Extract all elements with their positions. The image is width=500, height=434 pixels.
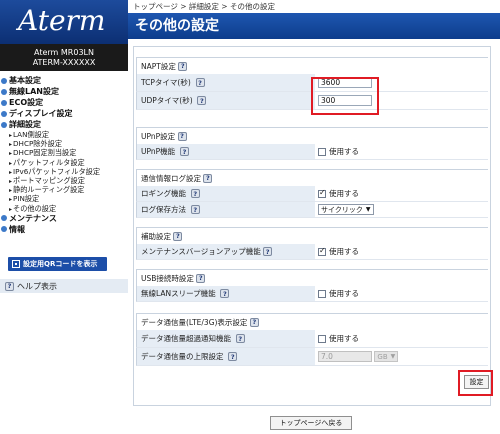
page-title: その他の設定 — [128, 13, 500, 39]
help-icon[interactable]: ? — [178, 61, 188, 71]
chevron-down-icon: ▼ — [365, 206, 371, 213]
arrow-icon: ▸ — [9, 132, 13, 139]
arrow-icon: ▸ — [9, 187, 13, 195]
aterm-logo: Aterm — [18, 4, 106, 37]
chevron-down-icon: ▼ — [390, 353, 396, 360]
row-limit: データ通信量の上限設定 ? 7.0 GB ▼ — [136, 348, 488, 366]
nav-menu: 基本設定 無線LAN設定 ECO設定 ディスプレイ設定 詳細設定 ▸LAN側設定… — [0, 75, 128, 235]
section-log: 通信情報ログ設定 ? ロギング機能 ? 使用する ログ保存方法 ? サイクリック… — [136, 169, 488, 218]
row-notify: データ通信量超過通知機能 ? 使用する — [136, 330, 488, 348]
arrow-icon: ▸ — [9, 168, 13, 176]
bullet-icon — [1, 77, 7, 84]
logo-box: Aterm — [0, 0, 128, 44]
sleep-checkbox[interactable] — [318, 289, 326, 298]
arrow-icon: ▸ — [9, 205, 13, 213]
sub-port-mapping[interactable]: ▸ポートマッピング設定 — [0, 176, 128, 185]
nav-info[interactable]: 情報 — [0, 224, 128, 235]
section-upnp: UPnP設定 ? UPnP機能 ? 使用する — [136, 127, 488, 160]
row-sleep: 無線LANスリープ機能 ? 使用する — [136, 286, 488, 302]
arrow-icon: ▸ — [9, 159, 13, 167]
help-icon[interactable]: ? — [228, 352, 238, 361]
nav-eco[interactable]: ECO設定 — [0, 97, 128, 108]
help-icon: ? — [5, 281, 14, 291]
row-logging: ロギング機能 ? 使用する — [136, 186, 488, 202]
help-icon[interactable]: ? — [196, 273, 206, 283]
model-name: Aterm MR03LN — [34, 48, 94, 57]
help-icon[interactable]: ? — [173, 231, 183, 241]
device-name: ATERM-XXXXXX — [32, 58, 96, 67]
sub-lan[interactable]: ▸LAN側設定 — [0, 130, 128, 139]
arrow-icon: ▸ — [9, 196, 13, 204]
limit-unit-select[interactable]: GB ▼ — [374, 351, 399, 362]
nav-advanced[interactable]: 詳細設定 — [0, 119, 128, 130]
bullet-icon — [1, 99, 7, 106]
section-usb: USB接続時設定 ? 無線LANスリープ機能 ? 使用する — [136, 269, 488, 302]
help-icon[interactable]: ? — [263, 247, 273, 256]
help-link[interactable]: ? ヘルプ表示 — [0, 279, 128, 293]
sub-packet-filter[interactable]: ▸パケットフィルタ設定 — [0, 158, 128, 167]
sub-dhcp-exclude[interactable]: ▸DHCP除外設定 — [0, 139, 128, 148]
nav-display[interactable]: ディスプレイ設定 — [0, 108, 128, 119]
help-icon[interactable]: ? — [203, 173, 213, 183]
bullet-icon — [1, 226, 7, 233]
row-log-save: ログ保存方法 ? サイクリック ▼ — [136, 202, 488, 218]
bullet-icon — [1, 121, 7, 128]
notify-checkbox[interactable] — [318, 334, 326, 343]
arrow-icon: ▸ — [9, 141, 13, 149]
help-icon[interactable]: ? — [235, 334, 245, 343]
nav-maintenance[interactable]: メンテナンス — [0, 213, 128, 224]
help-icon[interactable]: ? — [177, 131, 187, 141]
row-maint: メンテナンスバージョンアップ機能 ? 使用する — [136, 244, 488, 260]
nav-wireless-lan[interactable]: 無線LAN設定 — [0, 86, 128, 97]
arrow-icon: ▸ — [9, 150, 13, 158]
help-icon[interactable]: ? — [197, 96, 207, 105]
qr-code-button[interactable]: 設定用QRコードを表示 — [8, 257, 107, 271]
sidebar: Aterm Aterm MR03LN ATERM-XXXXXX 基本設定 無線L… — [0, 0, 128, 434]
help-icon[interactable]: ? — [195, 78, 205, 87]
help-icon[interactable]: ? — [190, 205, 200, 214]
apply-button[interactable]: 設定 — [464, 375, 489, 389]
qr-code-icon — [12, 260, 20, 268]
back-to-top-button[interactable]: トップページへ戻る — [270, 416, 352, 430]
help-icon[interactable]: ? — [220, 289, 230, 298]
logging-checkbox[interactable] — [318, 188, 326, 198]
limit-input[interactable]: 7.0 — [318, 351, 372, 362]
bullet-icon — [1, 110, 7, 117]
upnp-checkbox[interactable] — [318, 147, 326, 156]
bullet-icon — [1, 88, 7, 95]
highlight-box-timers — [311, 77, 379, 115]
model-info: Aterm MR03LN ATERM-XXXXXX — [0, 44, 128, 71]
sub-pin[interactable]: ▸PIN設定 — [0, 194, 128, 203]
help-icon[interactable]: ? — [249, 317, 259, 327]
settings-form: NAPT設定 ? TCPタイマ(秒) ? 3600 UDPタイマ(秒) ? 30… — [133, 46, 493, 406]
help-icon[interactable]: ? — [179, 147, 189, 156]
arrow-icon: ▸ — [9, 177, 13, 185]
row-upnp: UPnP機能 ? 使用する — [136, 144, 488, 160]
section-assist: 補助設定 ? メンテナンスバージョンアップ機能 ? 使用する — [136, 227, 488, 260]
maint-checkbox[interactable] — [318, 246, 326, 256]
sub-static-routing[interactable]: ▸静的ルーティング設定 — [0, 185, 128, 194]
breadcrumb: トップページ > 詳細設定 > その他の設定 — [133, 2, 275, 11]
section-title: NAPT設定 ? — [136, 57, 488, 74]
sub-ipv6-filter[interactable]: ▸IPv6パケットフィルタ設定 — [0, 167, 128, 176]
help-icon[interactable]: ? — [190, 189, 200, 198]
section-data-usage: データ通信量(LTE/3G)表示設定 ? データ通信量超過通知機能 ? 使用する… — [136, 313, 488, 366]
sub-other-settings[interactable]: ▸その他の設定 — [0, 204, 128, 213]
log-save-select[interactable]: サイクリック ▼ — [318, 204, 374, 215]
nav-basic-settings[interactable]: 基本設定 — [0, 75, 128, 86]
bullet-icon — [1, 215, 7, 222]
sub-dhcp-fixed[interactable]: ▸DHCP固定割当設定 — [0, 148, 128, 157]
